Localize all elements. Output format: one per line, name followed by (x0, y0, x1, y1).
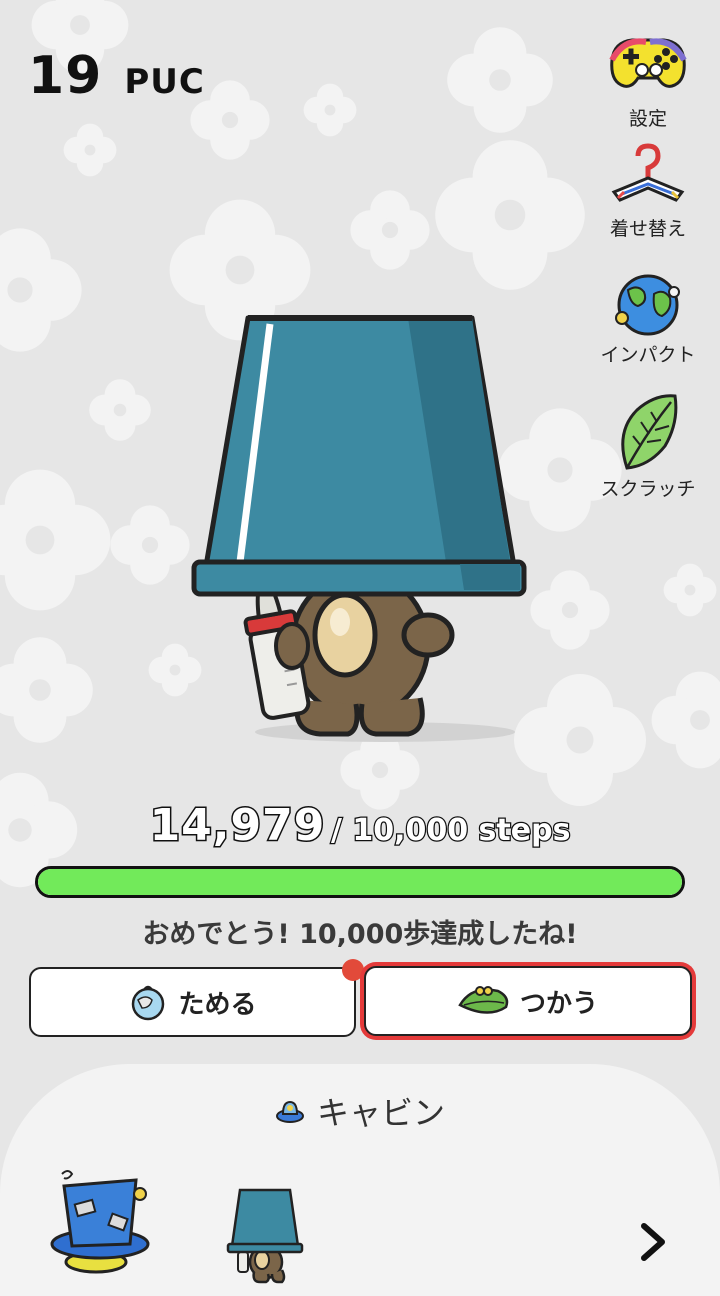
menu-scratch[interactable]: スクラッチ (588, 392, 708, 501)
menu-scratch-label: スクラッチ (600, 478, 696, 500)
globe-icon (615, 274, 680, 336)
notification-dot (342, 959, 364, 981)
steps-goal: / 10,000 steps (330, 812, 572, 850)
gamepad-icon (609, 38, 687, 88)
steps-counter: 14,979 / 10,000 steps (0, 799, 720, 853)
ufo-icon (275, 1100, 304, 1123)
use-button[interactable]: つかう (364, 966, 692, 1036)
menu-dressup-label: 着せ替え (609, 218, 686, 240)
menu-impact[interactable]: インパクト (588, 272, 708, 367)
menu-settings-label: 設定 (628, 108, 667, 130)
globe-bag-icon (132, 985, 165, 1021)
chevron-right-icon[interactable] (636, 1220, 670, 1264)
save-button-label: ためる (178, 989, 257, 1020)
puc-balance: 19 PUC (28, 46, 205, 106)
bucket-bear-character[interactable] (180, 300, 540, 760)
leaf-icon (621, 394, 678, 470)
steps-current: 14,979 (148, 799, 326, 853)
steps-progress-bar (35, 866, 685, 898)
menu-impact-label: インパクト (600, 344, 696, 366)
cabin-character-blue-hat[interactable] (48, 1166, 158, 1278)
congrats-message: おめでとう! 10,000歩達成したね! (142, 919, 578, 950)
steps-progress-fill (38, 869, 682, 895)
menu-settings[interactable]: 設定 (588, 30, 708, 131)
cabin-header[interactable]: キャビン (0, 1088, 720, 1134)
puc-unit: PUC (124, 62, 205, 102)
cabin-character-bucket-bear[interactable] (224, 1188, 304, 1286)
hanger-icon (611, 143, 685, 202)
use-button-label: つかう (519, 988, 598, 1019)
menu-dressup[interactable]: 着せ替え (588, 142, 708, 241)
cabin-title: キャビン (316, 1094, 445, 1132)
puc-amount: 19 (28, 46, 103, 106)
leaf-wallet-icon (458, 986, 509, 1014)
save-button[interactable]: ためる (29, 967, 356, 1037)
